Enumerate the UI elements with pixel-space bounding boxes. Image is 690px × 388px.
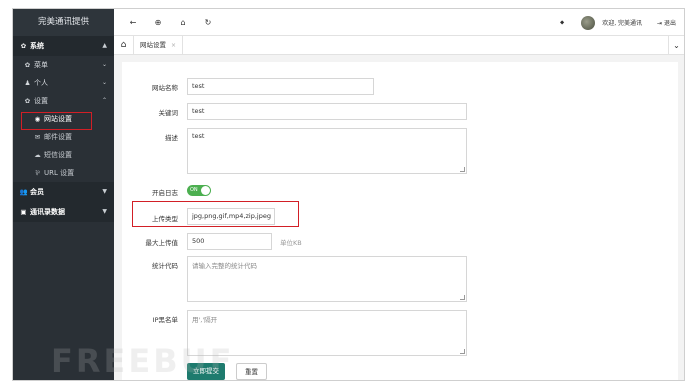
logout-link[interactable]: ⇥ 退出 bbox=[657, 18, 676, 27]
cog-icon: ✿ bbox=[24, 97, 31, 105]
logout-icon: ⇥ bbox=[657, 20, 663, 27]
sidebar-subitem-url-settings[interactable]: ⅌ URL 设置 bbox=[13, 164, 114, 182]
ip-blacklist-label: IP黑名单 bbox=[152, 316, 178, 324]
users-icon: 👥 bbox=[19, 188, 28, 196]
description-textarea[interactable]: test bbox=[187, 128, 467, 174]
stats-code-textarea[interactable]: 请输入完整的统计代码 bbox=[187, 256, 467, 302]
highlight-box-sidebar bbox=[21, 112, 92, 130]
sidebar-item-menu[interactable]: ✿ 菜单 ⌄ bbox=[13, 56, 114, 74]
highlight-box-upload-types bbox=[132, 201, 299, 227]
log-label: 开启日志 bbox=[152, 189, 178, 197]
stats-code-label: 统计代码 bbox=[152, 262, 178, 270]
brand-title: 完美通讯提供 bbox=[13, 9, 114, 36]
sidebar-section-contacts[interactable]: ▣ 通讯录数据 ▼ bbox=[13, 202, 114, 222]
avatar[interactable] bbox=[581, 15, 596, 30]
ip-blacklist-placeholder: 用','隔开 bbox=[192, 316, 218, 324]
max-upload-input[interactable]: 500 bbox=[187, 233, 272, 250]
toggle-text: ON bbox=[190, 187, 198, 193]
app-window: 完美通讯提供 ✿ 系统 ▲ ✿ 菜单 ⌄ ♟ 个人 ⌄ ✿ 设置 ⌃ ◉ 网站设置 ✉ 邮件… bbox=[12, 8, 685, 381]
target-icon[interactable]: ⊕ bbox=[151, 16, 165, 30]
keywords-label: 关键词 bbox=[158, 109, 179, 117]
chevron-up-icon: ⌃ bbox=[101, 97, 107, 104]
sidebar-item-label: URL 设置 bbox=[44, 169, 75, 177]
keywords-input[interactable]: test bbox=[187, 103, 467, 120]
tab-site-settings[interactable]: 网站设置 × bbox=[134, 36, 184, 55]
logout-label: 退出 bbox=[663, 20, 676, 27]
tab-label: 网站设置 bbox=[140, 41, 166, 49]
max-upload-label: 最大上传值 bbox=[145, 239, 179, 247]
sitemap-icon: ✿ bbox=[24, 61, 31, 69]
sidebar-section-system[interactable]: ✿ 系统 ▲ bbox=[13, 36, 114, 56]
description-label: 描述 bbox=[165, 134, 178, 142]
resize-handle-icon[interactable] bbox=[460, 349, 465, 354]
sidebar-subitem-mail-settings[interactable]: ✉ 邮件设置 bbox=[13, 128, 114, 146]
back-icon[interactable]: ← bbox=[126, 16, 140, 30]
chevron-down-icon: ⌄ bbox=[101, 79, 107, 86]
top-bar: ← ⊕ ⌂ ↻ ⬥ 欢迎, 完美通讯 ⇥ 退出 bbox=[114, 9, 684, 36]
sidebar-section-label: 会员 bbox=[30, 188, 44, 196]
max-upload-unit: 单位KB bbox=[280, 239, 302, 247]
user-area: ⬥ 欢迎, 完美通讯 ⇥ 退出 bbox=[560, 9, 676, 36]
bank-icon[interactable]: ⌂ bbox=[176, 16, 190, 30]
comment-icon: ☁ bbox=[34, 151, 41, 159]
tag-icon[interactable]: ⬥ bbox=[560, 19, 564, 27]
sidebar-item-label: 设置 bbox=[34, 97, 48, 105]
chevron-down-icon: ⌄ bbox=[101, 61, 107, 68]
user-icon: ♟ bbox=[24, 79, 31, 87]
site-name-label: 网站名称 bbox=[152, 84, 178, 92]
url-icon: ⅌ bbox=[35, 169, 40, 177]
caret-down-icon: ▼ bbox=[102, 208, 107, 215]
home-icon[interactable]: ⌂ bbox=[114, 36, 134, 55]
close-icon[interactable]: × bbox=[171, 42, 176, 49]
sidebar-item-label: 菜单 bbox=[34, 61, 48, 69]
id-card-icon: ▣ bbox=[20, 208, 27, 216]
sidebar-item-settings[interactable]: ✿ 设置 ⌃ bbox=[13, 92, 114, 110]
reset-button[interactable]: 重置 bbox=[236, 363, 267, 380]
sidebar-section-label: 系统 bbox=[30, 42, 44, 50]
settings-form: 网站名称 test 关键词 test 描述 test 开启日志 ON 上传类型 … bbox=[122, 62, 678, 380]
resize-handle-icon[interactable] bbox=[460, 295, 465, 300]
sidebar-item-personal[interactable]: ♟ 个人 ⌄ bbox=[13, 74, 114, 92]
chevron-down-icon[interactable]: ⌄ bbox=[668, 36, 684, 55]
watermark-logo: FREEBUF bbox=[51, 342, 235, 380]
sidebar-section-label: 通讯录数据 bbox=[30, 208, 65, 216]
caret-down-icon: ▼ bbox=[102, 188, 107, 195]
sidebar-item-label: 短信设置 bbox=[44, 151, 72, 159]
sidebar-item-label: 个人 bbox=[34, 79, 48, 87]
welcome-text[interactable]: 欢迎, 完美通讯 bbox=[602, 18, 642, 27]
log-toggle[interactable]: ON bbox=[187, 185, 211, 196]
toggle-knob bbox=[201, 186, 210, 195]
caret-up-icon: ▲ bbox=[102, 42, 107, 49]
tab-bar: ⌂ 网站设置 × ⌄ bbox=[114, 36, 684, 55]
site-name-input[interactable]: test bbox=[187, 78, 374, 95]
sidebar-subitem-sms-settings[interactable]: ☁ 短信设置 bbox=[13, 146, 114, 164]
gear-icon: ✿ bbox=[20, 42, 27, 50]
sidebar: 完美通讯提供 ✿ 系统 ▲ ✿ 菜单 ⌄ ♟ 个人 ⌄ ✿ 设置 ⌃ ◉ 网站设置 ✉ 邮件… bbox=[13, 9, 114, 380]
sidebar-section-members[interactable]: 👥 会员 ▼ bbox=[13, 182, 114, 202]
resize-handle-icon[interactable] bbox=[460, 167, 465, 172]
stats-code-placeholder: 请输入完整的统计代码 bbox=[192, 262, 257, 270]
envelope-icon: ✉ bbox=[34, 133, 41, 141]
sidebar-item-label: 邮件设置 bbox=[44, 133, 72, 141]
refresh-icon[interactable]: ↻ bbox=[201, 16, 215, 30]
description-value: test bbox=[192, 132, 205, 140]
